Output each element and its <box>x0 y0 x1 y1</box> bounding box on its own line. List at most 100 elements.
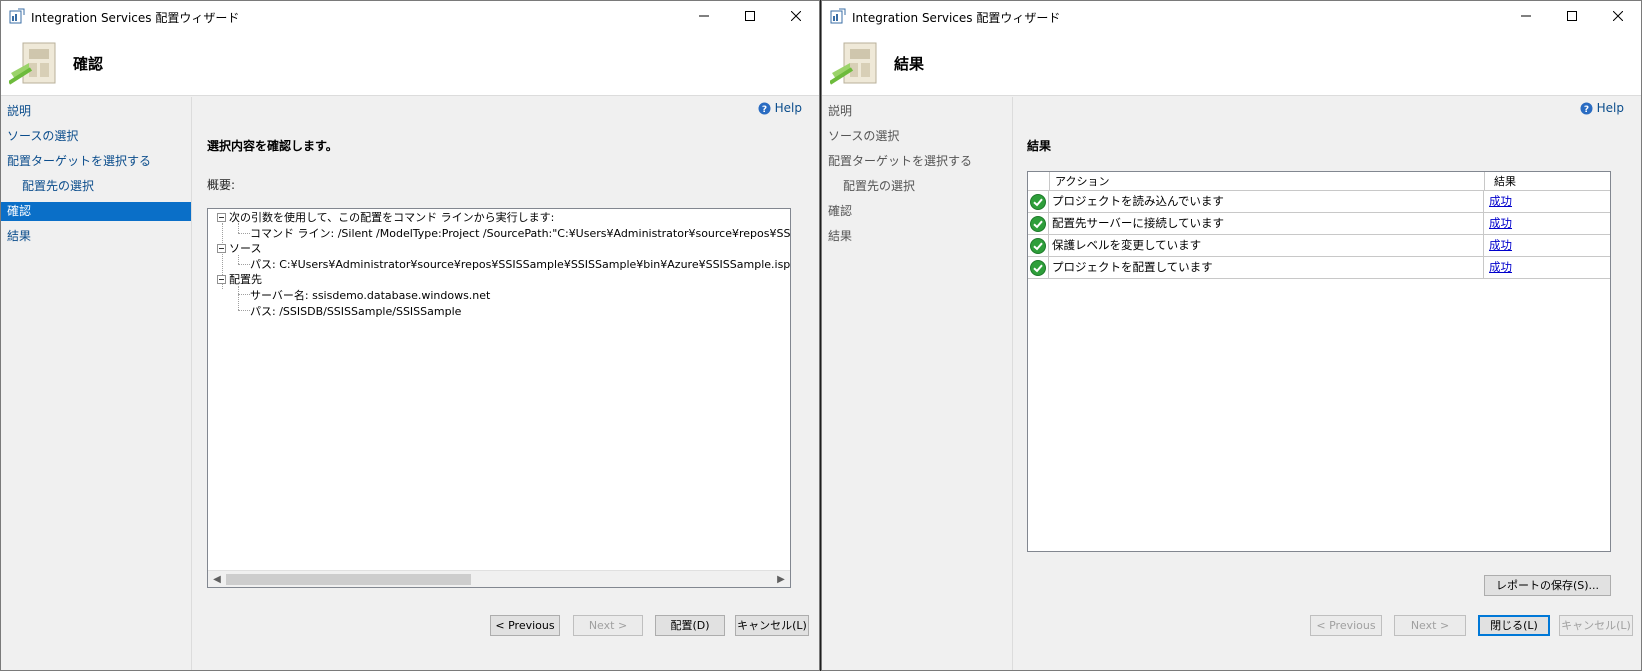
table-row[interactable]: プロジェクトを配置しています 成功 <box>1028 257 1610 279</box>
tree-node-source[interactable]: ソース <box>217 241 261 257</box>
tree-connector <box>238 264 250 265</box>
row-action: プロジェクトを読み込んでいます <box>1050 191 1484 212</box>
close-icon <box>791 11 801 21</box>
cancel-button[interactable]: キャンセル(L) <box>1559 615 1633 636</box>
wizard-header: 結果 <box>822 31 1641 96</box>
horizontal-scrollbar[interactable]: ◀ ▶ <box>208 570 790 587</box>
nav-item-review: 確認 <box>828 204 853 218</box>
title-bar[interactable]: Integration Services 配置ウィザード <box>1 1 819 31</box>
tree-node-destination[interactable]: 配置先 <box>217 272 262 288</box>
svg-text:?: ? <box>1584 105 1589 115</box>
nav-item-select-destination: 配置先の選択 <box>843 179 916 193</box>
nav-item-review[interactable]: 確認 <box>1 202 191 221</box>
wizard-header: 確認 <box>1 31 819 96</box>
tree-leaf-dest-path[interactable]: パス: /SSISDB/SSISSample/SSISSample <box>250 304 461 320</box>
grid-header-action[interactable]: アクション <box>1050 172 1485 191</box>
tree-node-label: ソース <box>229 242 262 255</box>
wizard-window-results: Integration Services 配置ウィザード 結果 説明 ソースの選… <box>821 0 1642 671</box>
page-title: 結果 <box>894 55 925 73</box>
tree-connector <box>238 310 250 311</box>
help-icon: ? <box>758 102 771 115</box>
table-row[interactable]: 保護レベルを変更しています 成功 <box>1028 235 1610 257</box>
grid-header-result[interactable]: 結果 <box>1485 172 1610 191</box>
section-title: 選択内容を確認します。 <box>207 139 338 153</box>
maximize-icon <box>745 11 755 21</box>
collapse-icon[interactable] <box>217 243 226 253</box>
help-link[interactable]: ? Help <box>1580 101 1624 115</box>
tree-connector <box>238 233 250 234</box>
success-icon <box>1028 257 1049 278</box>
row-result-link[interactable]: 成功 <box>1485 213 1610 234</box>
collapse-icon[interactable] <box>217 274 226 284</box>
success-icon <box>1028 235 1049 256</box>
tree-leaf-command-line[interactable]: コマンド ライン: /Silent /ModelType:Project /So… <box>250 226 790 242</box>
wizard-content: ? Help 結果 アクション 結果 プロジェクトを読み込んでいます 成功 配置… <box>1013 97 1641 670</box>
row-result-link[interactable]: 成功 <box>1485 235 1610 256</box>
save-report-button[interactable]: レポートの保存(S)... <box>1484 575 1611 596</box>
tree-node-label: 配置先 <box>229 273 262 286</box>
tree-leaf-source-path[interactable]: パス: C:¥Users¥Administrator¥source¥repos¥… <box>250 257 790 273</box>
tree-node-command[interactable]: 次の引数を使用して、この配置をコマンド ラインから実行します: <box>217 210 554 226</box>
help-label[interactable]: Help <box>1597 101 1624 115</box>
nav-item-results[interactable]: 結果 <box>1 227 191 246</box>
deploy-button[interactable]: 配置(D) <box>655 615 725 636</box>
previous-button[interactable]: < Previous <box>490 615 560 636</box>
grid-header-icon <box>1028 172 1050 191</box>
close-button[interactable]: 閉じる(L) <box>1478 615 1550 636</box>
nav-item-select-source[interactable]: ソースの選択 <box>1 127 191 146</box>
maximize-icon <box>1567 11 1577 21</box>
title-bar[interactable]: Integration Services 配置ウィザード <box>822 1 1641 31</box>
minimize-button[interactable] <box>681 1 727 31</box>
wizard-nav: 説明 ソースの選択 配置ターゲットを選択する 配置先の選択 確認 結果 <box>1 97 192 670</box>
nav-item-select-destination[interactable]: 配置先の選択 <box>1 177 191 196</box>
table-row[interactable]: プロジェクトを読み込んでいます 成功 <box>1028 191 1610 213</box>
row-action: プロジェクトを配置しています <box>1050 257 1484 278</box>
wizard-nav: 説明 ソースの選択 配置ターゲットを選択する 配置先の選択 確認 結果 <box>822 97 1013 670</box>
previous-button[interactable]: < Previous <box>1310 615 1382 636</box>
help-icon: ? <box>1580 102 1593 115</box>
help-label[interactable]: Help <box>775 101 802 115</box>
summary-tree[interactable]: 次の引数を使用して、この配置をコマンド ラインから実行します: コマンド ライン… <box>207 208 791 588</box>
minimize-button[interactable] <box>1503 1 1549 31</box>
window-title: Integration Services 配置ウィザード <box>31 11 240 25</box>
collapse-icon[interactable] <box>217 212 226 222</box>
nav-item-results: 結果 <box>828 229 853 243</box>
app-icon <box>830 8 846 24</box>
cancel-button[interactable]: キャンセル(L) <box>735 615 809 636</box>
maximize-button[interactable] <box>727 1 773 31</box>
svg-text:?: ? <box>762 105 767 115</box>
scroll-left-icon[interactable]: ◀ <box>209 573 225 586</box>
help-link[interactable]: ? Help <box>758 101 802 115</box>
window-title: Integration Services 配置ウィザード <box>852 11 1061 25</box>
close-icon <box>1613 11 1623 21</box>
wizard-content: ? Help 選択内容を確認します。 概要: 次の引数を使用して、この配置をコマ… <box>192 97 819 670</box>
nav-item-intro[interactable]: 説明 <box>1 102 191 121</box>
success-icon <box>1028 213 1049 234</box>
summary-label: 概要: <box>207 178 236 192</box>
minimize-icon <box>699 15 709 17</box>
row-action: 保護レベルを変更しています <box>1050 235 1484 256</box>
tree-node-label: 次の引数を使用して、この配置をコマンド ラインから実行します: <box>229 211 555 224</box>
tree-leaf-server-name[interactable]: サーバー名: ssisdemo.database.windows.net <box>250 288 490 304</box>
close-window-button[interactable] <box>773 1 819 31</box>
close-window-button[interactable] <box>1595 1 1641 31</box>
wizard-window-confirm: Integration Services 配置ウィザード 確認 説明 ソースの選… <box>0 0 820 671</box>
wizard-banner-icon <box>830 42 877 85</box>
maximize-button[interactable] <box>1549 1 1595 31</box>
section-title: 結果 <box>1027 139 1052 153</box>
nav-item-select-target[interactable]: 配置ターゲットを選択する <box>1 152 191 171</box>
success-icon <box>1028 191 1049 212</box>
scroll-right-icon[interactable]: ▶ <box>773 573 789 586</box>
row-result-link[interactable]: 成功 <box>1485 191 1610 212</box>
next-button[interactable]: Next > <box>573 615 643 636</box>
app-icon <box>9 8 25 24</box>
results-grid[interactable]: アクション 結果 プロジェクトを読み込んでいます 成功 配置先サーバーに接続して… <box>1027 171 1611 552</box>
table-row[interactable]: 配置先サーバーに接続しています 成功 <box>1028 213 1610 235</box>
grid-header-row: アクション 結果 <box>1028 172 1610 191</box>
tree-connector <box>238 286 239 310</box>
next-button[interactable]: Next > <box>1394 615 1466 636</box>
scrollbar-thumb[interactable] <box>226 574 471 585</box>
row-result-link[interactable]: 成功 <box>1485 257 1610 278</box>
nav-item-select-target: 配置ターゲットを選択する <box>828 154 973 168</box>
wizard-banner-icon <box>9 42 56 85</box>
